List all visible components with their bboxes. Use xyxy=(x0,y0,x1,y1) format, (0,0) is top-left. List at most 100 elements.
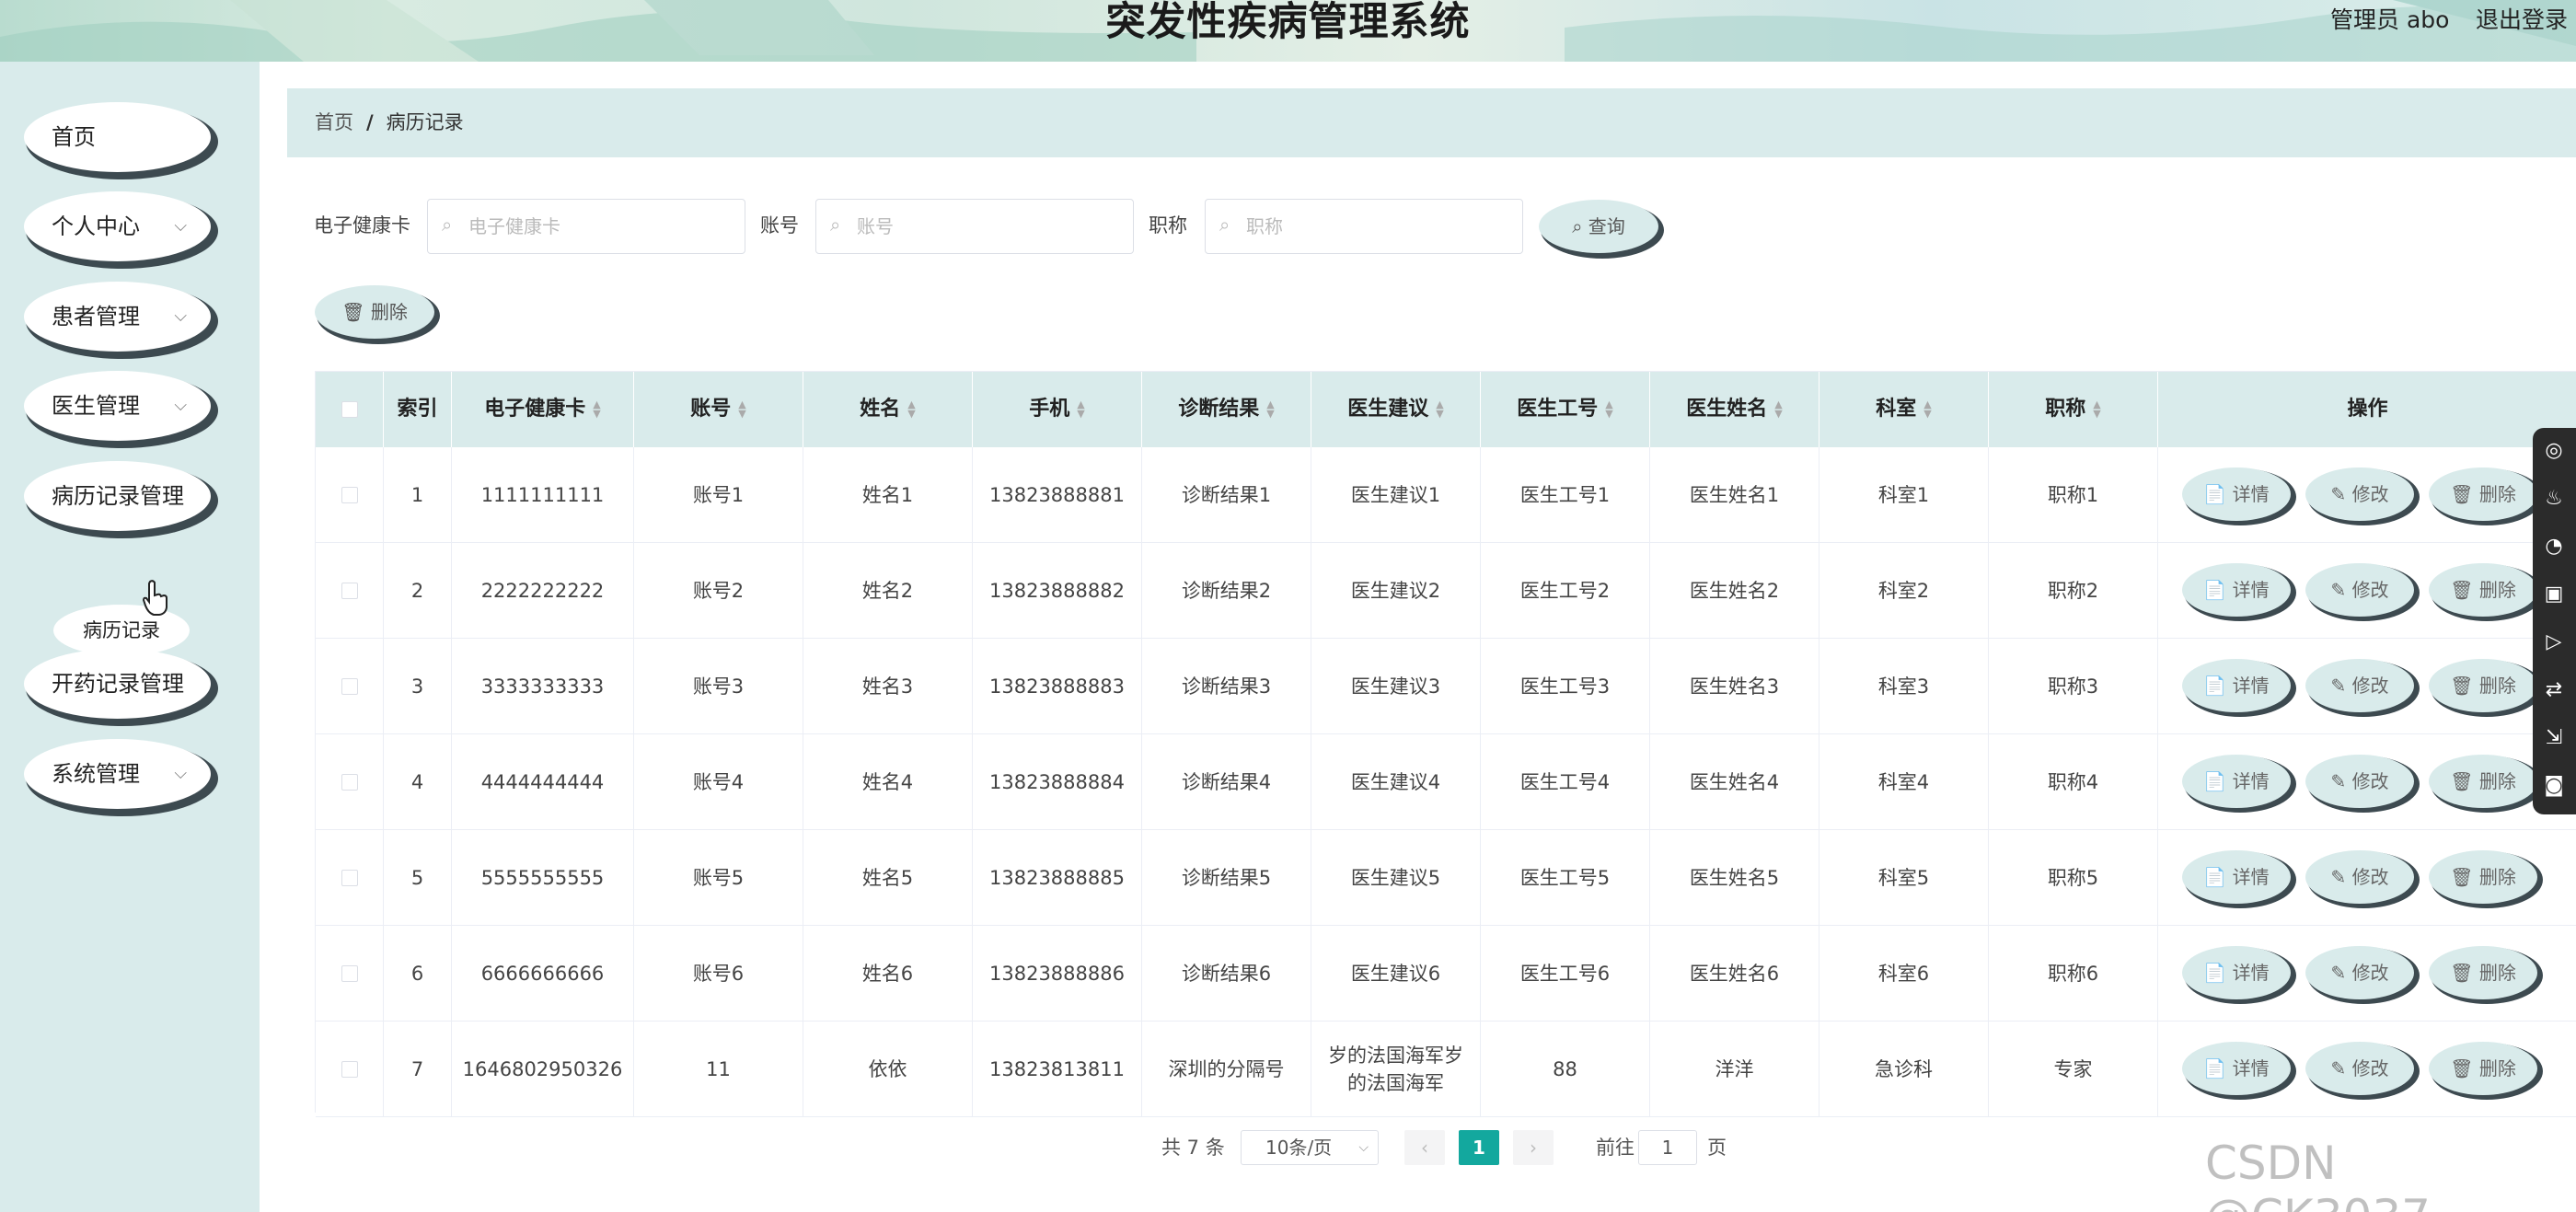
sort-icon[interactable]: ▲ ▼ xyxy=(1077,399,1084,419)
delete-button[interactable]: 🗑 删除 xyxy=(2429,755,2537,808)
sidebar-item-system-management[interactable]: 系统管理 ⌵ xyxy=(24,739,211,809)
sidebar-item-label: 系统管理 xyxy=(52,761,140,787)
batch-delete-button[interactable]: 🗑 删除 xyxy=(315,285,434,339)
target-icon[interactable]: ◎ xyxy=(2542,439,2566,463)
edit-button[interactable]: ✎ 修改 xyxy=(2305,946,2414,999)
resize-icon[interactable]: ⇲ xyxy=(2542,726,2566,750)
account-input[interactable] xyxy=(815,199,1134,254)
row-checkbox[interactable] xyxy=(341,486,358,503)
breadcrumb-home[interactable]: 首页 xyxy=(315,111,353,133)
delete-button[interactable]: 🗑 删除 xyxy=(2429,659,2537,712)
sort-icon[interactable]: ▲ ▼ xyxy=(907,399,915,419)
sidebar-item-prescription-management[interactable]: 开药记录管理 xyxy=(24,649,211,719)
sort-icon[interactable]: ▲ ▼ xyxy=(1774,399,1782,419)
sort-icon[interactable]: ▲ ▼ xyxy=(1923,399,1931,419)
sort-icon[interactable]: ▲ ▼ xyxy=(1266,399,1274,419)
next-page-button[interactable]: › xyxy=(1513,1130,1554,1165)
prev-page-button[interactable]: ‹ xyxy=(1404,1130,1445,1165)
delete-button[interactable]: 🗑 删除 xyxy=(2429,946,2537,999)
detail-button[interactable]: 📄 详情 xyxy=(2182,563,2291,617)
row-checkbox[interactable] xyxy=(341,582,358,599)
page-size-select[interactable]: 10条/页 ⌵ xyxy=(1241,1130,1379,1165)
edit-button[interactable]: ✎ 修改 xyxy=(2305,563,2414,617)
detail-button[interactable]: 📄 详情 xyxy=(2182,467,2291,521)
row-checkbox[interactable] xyxy=(341,773,358,791)
sort-icon[interactable]: ▲ ▼ xyxy=(2093,399,2100,419)
top-header: 突发性疾病管理系统 管理员 abo 退出登录 xyxy=(0,0,2576,62)
video-icon[interactable]: ▣ xyxy=(2542,583,2566,606)
delete-button[interactable]: 🗑 删除 xyxy=(2429,850,2537,904)
department-cell: 科室2 xyxy=(1819,543,1989,638)
chevron-down-icon: ⌵ xyxy=(174,764,187,783)
title-cell: 专家 xyxy=(1989,1022,2158,1116)
edit-button[interactable]: ✎ 修改 xyxy=(2305,850,2414,904)
edit-button[interactable]: ✎ 修改 xyxy=(2305,755,2414,808)
delete-button[interactable]: 🗑 删除 xyxy=(2429,467,2537,521)
edit-button[interactable]: ✎ 修改 xyxy=(2305,1042,2414,1095)
delete-button[interactable]: 🗑 删除 xyxy=(2429,563,2537,617)
department-cell: 科室5 xyxy=(1819,830,1989,925)
sort-icon[interactable]: ▲ ▼ xyxy=(738,399,745,419)
edit-button[interactable]: ✎ 修改 xyxy=(2305,659,2414,712)
column-header[interactable]: 账号 ▲ ▼ xyxy=(634,372,803,447)
sidebar-item-personal-center[interactable]: 个人中心 ⌵ xyxy=(24,191,211,261)
title-input[interactable] xyxy=(1205,199,1523,254)
row-select-cell xyxy=(316,926,384,1021)
column-header[interactable]: 电子健康卡 ▲ ▼ xyxy=(452,372,634,447)
logout-link[interactable]: 退出登录 xyxy=(2476,4,2568,37)
column-header[interactable]: 医生工号 ▲ ▼ xyxy=(1481,372,1650,447)
advice-cell: 医生建议4 xyxy=(1311,734,1481,829)
swap-icon[interactable]: ⇄ xyxy=(2542,678,2566,702)
column-header[interactable]: 姓名 ▲ ▼ xyxy=(803,372,973,447)
sidebar-item-doctor-management[interactable]: 医生管理 ⌵ xyxy=(24,371,211,441)
sort-icon[interactable]: ▲ ▼ xyxy=(1436,399,1443,419)
goto-page-input[interactable] xyxy=(1638,1130,1697,1165)
column-header[interactable]: 科室 ▲ ▼ xyxy=(1819,372,1989,447)
chevron-right-icon: › xyxy=(1530,1137,1537,1159)
row-checkbox[interactable] xyxy=(341,1060,358,1078)
camera-icon[interactable]: ◙ xyxy=(2542,774,2566,798)
row-checkbox[interactable] xyxy=(341,677,358,695)
column-header[interactable]: 医生建议 ▲ ▼ xyxy=(1311,372,1481,447)
sidebar-item-medical-records-management[interactable]: 病历记录管理 xyxy=(24,461,211,531)
detail-button[interactable]: 📄 详情 xyxy=(2182,659,2291,712)
advice-cell: 医生建议1 xyxy=(1311,447,1481,542)
app-root: { "header": {"title": "突发性疾病管理系统", "admi… xyxy=(0,0,2576,1212)
pencil-icon: ✎ xyxy=(2330,866,2352,888)
row-checkbox[interactable] xyxy=(341,869,358,886)
document-icon: 📄 xyxy=(2203,770,2233,792)
column-header[interactable]: 诊断结果 ▲ ▼ xyxy=(1142,372,1311,447)
detail-button[interactable]: 📄 详情 xyxy=(2182,755,2291,808)
document-icon: 📄 xyxy=(2203,962,2233,984)
column-header[interactable]: 职称 ▲ ▼ xyxy=(1989,372,2158,447)
detail-button[interactable]: 📄 详情 xyxy=(2182,946,2291,999)
sidebar-item-home[interactable]: 首页 xyxy=(24,102,211,172)
health-card-cell: 2222222222 xyxy=(452,543,634,638)
advice-cell: 医生建议6 xyxy=(1311,926,1481,1021)
actions-cell: 📄 详情 ✎ 修改 🗑 删除 xyxy=(2158,830,2576,925)
action-label: 详情 xyxy=(2232,675,2270,697)
flame-icon[interactable]: ♨ xyxy=(2542,487,2566,511)
detail-button[interactable]: 📄 详情 xyxy=(2182,1042,2291,1095)
gauge-icon[interactable]: ◔ xyxy=(2542,535,2566,559)
column-header[interactable]: 医生姓名 ▲ ▼ xyxy=(1650,372,1819,447)
trash-icon: 🗑 xyxy=(2450,770,2479,792)
search-button[interactable]: ⌕ 查询 xyxy=(1539,200,1658,253)
detail-button[interactable]: 📄 详情 xyxy=(2182,850,2291,904)
delete-button[interactable]: 🗑 删除 xyxy=(2429,1042,2537,1095)
sort-icon[interactable]: ▲ ▼ xyxy=(593,399,600,419)
page-number-current[interactable]: 1 xyxy=(1459,1130,1499,1165)
admin-label: 管理员 abo xyxy=(2330,6,2450,33)
account-cell: 账号4 xyxy=(634,734,803,829)
play-icon[interactable]: ▷ xyxy=(2542,630,2566,654)
health-card-input[interactable] xyxy=(427,199,745,254)
trash-icon: 🗑 xyxy=(341,301,371,323)
column-header[interactable]: 手机 ▲ ▼ xyxy=(973,372,1142,447)
sort-icon[interactable]: ▲ ▼ xyxy=(1605,399,1612,419)
sidebar-item-label: 首页 xyxy=(52,124,96,150)
sidebar-item-label: 医生管理 xyxy=(52,393,140,419)
sidebar-item-patient-management[interactable]: 患者管理 ⌵ xyxy=(24,282,211,352)
select-all-checkbox[interactable] xyxy=(341,401,358,418)
row-checkbox[interactable] xyxy=(341,964,358,982)
edit-button[interactable]: ✎ 修改 xyxy=(2305,467,2414,521)
